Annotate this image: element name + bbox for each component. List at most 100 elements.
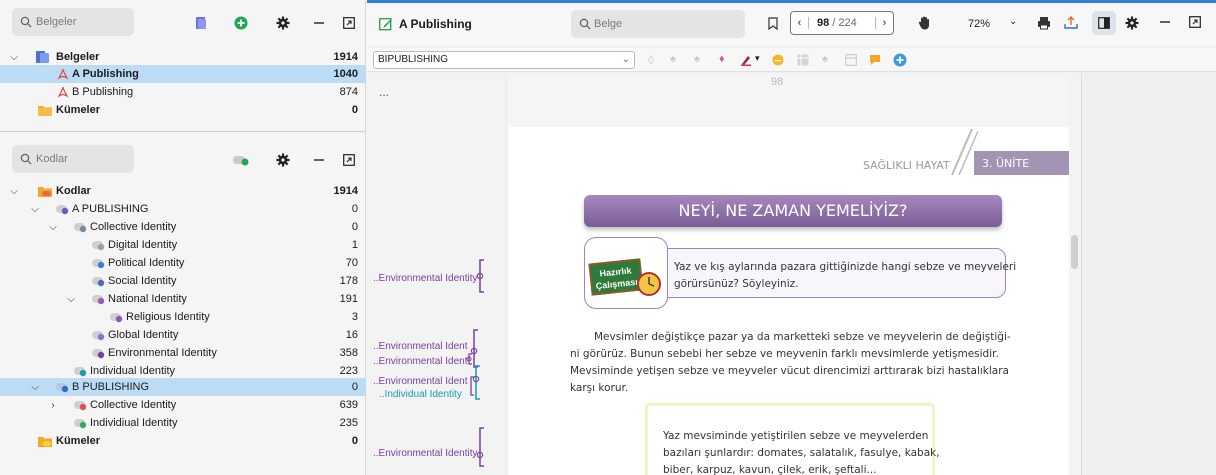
code-icon <box>56 383 69 393</box>
chevron-down-icon[interactable]: ⌵ <box>30 382 40 393</box>
code-item[interactable]: ⌵ National Identity 191 <box>0 290 366 308</box>
add-circle-icon[interactable] <box>893 53 907 67</box>
code-icon <box>92 331 105 341</box>
code-margin: ... ..Environmental Identity ..Environme… <box>367 73 505 475</box>
chevron-down-icon[interactable]: ⌵ <box>9 52 19 63</box>
documents-root-label: Belgeler <box>56 51 100 63</box>
codes-root-label: Kodlar <box>56 185 91 197</box>
zoom-level[interactable]: 72% <box>968 18 990 30</box>
code-item[interactable]: Environmental Identity 358 <box>0 344 366 362</box>
code-marker-icon[interactable]: ◊ <box>648 53 654 67</box>
right-panel <box>1081 73 1216 475</box>
code-bracket[interactable] <box>476 259 486 293</box>
code-icon <box>92 259 105 269</box>
highlighter-icon[interactable] <box>740 54 752 66</box>
margin-code-label[interactable]: ..Environmental Ident <box>373 356 468 367</box>
code-item[interactable]: Political Identity 70 <box>0 254 366 272</box>
code-item[interactable]: › Collective Identity 639 <box>0 396 366 414</box>
bookmark-icon[interactable] <box>768 17 778 30</box>
margin-code-label[interactable]: ..Environmental Ident <box>373 341 468 352</box>
margin-code-label[interactable]: ..Environmental Identity <box>373 273 478 284</box>
unit-band: 3. ÜNİTE <box>974 151 1074 175</box>
margin-code-label[interactable]: ..Environmental Ident <box>373 376 468 387</box>
memo-icon[interactable] <box>845 54 857 66</box>
minimize-icon[interactable] <box>1159 16 1171 28</box>
current-page-input[interactable]: 98 <box>817 17 829 29</box>
documents-search-placeholder: Belgeler <box>36 16 77 28</box>
gear-icon[interactable] <box>274 14 292 32</box>
add-code-button[interactable] <box>232 151 250 169</box>
code-count: 358 <box>339 347 358 359</box>
code-count: 70 <box>345 257 358 269</box>
link-icon[interactable]: ♠ <box>822 53 828 65</box>
toggle-panel-button[interactable] <box>1092 11 1116 35</box>
page-navigator: ‹ 98 / 224 › <box>790 11 894 35</box>
chevron-right-icon[interactable]: › <box>48 400 58 411</box>
chevron-down-icon[interactable]: ⌵ <box>48 222 58 233</box>
codes-folder-icon <box>38 187 52 197</box>
scrollbar-thumb[interactable] <box>1071 235 1078 269</box>
lesson-title: NEYİ, NE ZAMAN YEMELİYİZ? <box>678 201 908 220</box>
panel-divider[interactable] <box>0 131 366 132</box>
code-icon <box>74 419 87 429</box>
document-count: 1040 <box>333 68 358 80</box>
minimize-icon[interactable] <box>310 14 328 32</box>
chevron-down-icon[interactable]: ⌵ <box>9 186 19 197</box>
code-item[interactable]: Global Identity 16 <box>0 326 366 344</box>
hand-tool-icon[interactable] <box>918 16 932 30</box>
add-document-button[interactable] <box>232 14 250 32</box>
code-item[interactable]: Digital Identity 1 <box>0 236 366 254</box>
document-search-input[interactable]: Belge <box>571 10 745 38</box>
minimize-icon[interactable] <box>310 151 328 169</box>
code-highlight-icon[interactable]: ♦ <box>719 53 725 65</box>
document-sets[interactable]: Kümeler 0 <box>0 101 366 119</box>
code-item[interactable]: ⌵ A PUBLISHING 0 <box>0 200 366 218</box>
document-select[interactable]: BIPUBLISHING ⌄ <box>373 51 635 69</box>
code-item[interactable]: Individiual Identity 235 <box>0 414 366 432</box>
code-item[interactable]: ⌵ Collective Identity 0 <box>0 218 366 236</box>
emoji-icon[interactable] <box>772 54 784 66</box>
expand-icon[interactable] <box>1189 16 1201 28</box>
more-icon[interactable]: ... <box>379 85 389 99</box>
code-bracket[interactable] <box>468 365 482 401</box>
code-bracket[interactable] <box>466 329 480 369</box>
chevron-down-icon[interactable]: ⌵ <box>66 294 76 305</box>
gear-icon[interactable] <box>274 151 292 169</box>
code-count: 0 <box>351 381 358 393</box>
previous-page-button[interactable]: ‹ <box>791 17 809 29</box>
print-icon[interactable] <box>1037 16 1051 30</box>
code-bracket[interactable] <box>476 427 486 467</box>
documents-root[interactable]: ⌵ Belgeler 1914 <box>0 48 366 66</box>
chevron-down-icon: ⌄ <box>621 54 630 65</box>
document-item[interactable]: B Publishing 874 <box>0 83 366 101</box>
expand-icon[interactable] <box>340 151 358 169</box>
code-item[interactable]: Religious Identity 3 <box>0 308 366 326</box>
zoom-dropdown-icon[interactable]: ⌄ <box>1009 16 1017 27</box>
margin-code-label[interactable]: ..Individual Identity <box>379 389 462 400</box>
code-last-icon[interactable]: ♠ <box>694 53 700 65</box>
chevron-down-icon[interactable]: ⌵ <box>30 204 40 215</box>
code-label: Digital Identity <box>108 239 178 251</box>
next-page-button[interactable]: › <box>875 17 893 29</box>
margin-code-label[interactable]: ..Environmental Identity <box>373 448 478 459</box>
documents-icon[interactable] <box>192 14 210 32</box>
comment-icon[interactable] <box>869 54 881 66</box>
code-sets[interactable]: Kümeler 0 <box>0 432 366 450</box>
documents-search-input[interactable]: Belgeler <box>12 8 134 36</box>
sidebar-icon <box>1098 17 1110 29</box>
gear-icon[interactable] <box>1125 16 1139 30</box>
viewer-title: A Publishing <box>399 17 472 31</box>
codes-search-input[interactable]: Kodlar <box>12 145 134 173</box>
export-icon[interactable] <box>1064 15 1078 30</box>
highlighter-dropdown-icon[interactable]: ▾ <box>755 53 760 64</box>
expand-icon[interactable] <box>340 14 358 32</box>
edit-icon[interactable] <box>379 17 393 31</box>
codes-root[interactable]: ⌵ Kodlar 1914 <box>0 182 366 200</box>
code-item[interactable]: ⌵ B PUBLISHING 0 <box>0 378 366 396</box>
document-item[interactable]: A Publishing 1040 <box>0 65 366 83</box>
vertical-scrollbar[interactable] <box>1069 73 1081 475</box>
table-icon[interactable] <box>797 54 809 66</box>
code-item[interactable]: Social Identity 178 <box>0 272 366 290</box>
document-select-value: BIPUBLISHING <box>378 54 449 65</box>
code-quick-icon[interactable]: ♠ <box>670 53 676 65</box>
